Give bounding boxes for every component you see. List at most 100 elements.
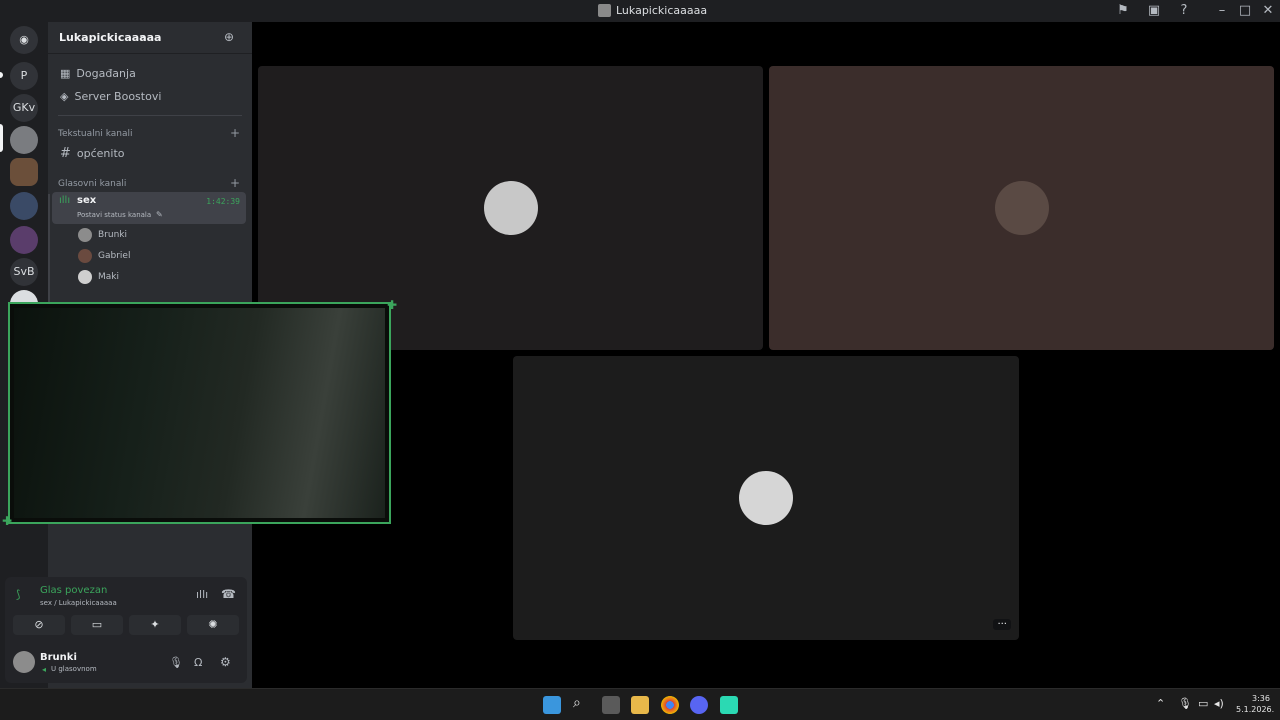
chrome-icon[interactable] — [661, 696, 679, 714]
screen-share-icon[interactable]: ▣ — [1146, 3, 1162, 19]
avatar — [995, 181, 1049, 235]
server-folder[interactable] — [10, 192, 38, 220]
hash-icon: # — [60, 145, 71, 161]
noise-suppression-icon[interactable]: ıllı — [196, 588, 208, 601]
more-options-button[interactable]: ··· — [993, 619, 1011, 630]
signal-icon[interactable]: ⟆ — [16, 588, 20, 601]
chevron-up-icon[interactable]: ⌃ — [1156, 697, 1165, 710]
help-icon[interactable]: ? — [1176, 3, 1192, 19]
voice-timer: 1:42:39 — [206, 197, 240, 206]
voice-user-name: Gabriel — [98, 251, 131, 261]
boost-icon: ◈ — [60, 89, 69, 103]
resize-handle-icon[interactable]: ✚ — [2, 514, 12, 528]
soundboard-button[interactable]: ✺ — [187, 615, 239, 635]
divider — [58, 115, 242, 116]
text-category-label[interactable]: Tekstualni kanali — [58, 129, 133, 139]
volume-icon[interactable]: ◂) — [1214, 697, 1224, 710]
user-name: Brunki — [40, 652, 77, 663]
activities-icon: ✦ — [150, 618, 160, 631]
server-svb[interactable]: SvB — [10, 258, 38, 286]
participant-tile[interactable] — [769, 66, 1274, 350]
participant-tile[interactable]: ··· — [513, 356, 1019, 640]
events-label: Događanja — [76, 66, 136, 80]
settings-gear-icon[interactable]: ⚙ — [220, 655, 231, 669]
channel-opcenito[interactable]: # općenito — [54, 143, 246, 163]
user-status: U glasovnom — [51, 665, 97, 673]
server-avatar-3[interactable] — [10, 226, 38, 254]
server-p[interactable]: P — [10, 62, 38, 90]
voice-user-name: Brunki — [98, 230, 127, 240]
voice-category-label[interactable]: Glasovni kanali — [58, 179, 126, 189]
voice-activity-icon: ıllı — [59, 195, 71, 206]
avatar — [484, 181, 538, 235]
voice-user[interactable]: Brunki — [78, 226, 127, 244]
start-icon[interactable] — [543, 696, 561, 714]
sidebar-item-events[interactable]: ▦ Događanja — [54, 63, 246, 83]
search-icon[interactable]: ⌕ — [573, 695, 581, 711]
server-avatar-2[interactable] — [10, 158, 38, 186]
task-view-icon[interactable] — [602, 696, 620, 714]
file-explorer-icon[interactable] — [631, 696, 649, 714]
avatar — [78, 228, 92, 242]
invite-user-icon[interactable]: ⊕ — [224, 30, 234, 44]
title-avatar — [598, 4, 611, 17]
title-bar: Lukapickicaaaaa ⚑ ▣ ? – □ ✕ — [0, 0, 1280, 22]
screen-share-icon: ▭ — [91, 618, 103, 631]
clock-time[interactable]: 3:36 — [1252, 694, 1270, 703]
voice-status[interactable]: Glas povezan — [40, 585, 107, 596]
calendar-icon: ▦ — [60, 66, 71, 80]
voice-user[interactable]: Gabriel — [78, 247, 130, 265]
taskbar: ⌕ ⌃ 🎙︎ ▭ ◂) 3:36 5.1.2026. — [0, 688, 1280, 720]
pencil-icon[interactable]: ✎ — [156, 210, 163, 219]
chevron-down-icon: ⌄ — [138, 30, 147, 41]
soundboard-icon: ✺ — [208, 618, 218, 631]
add-text-channel-icon[interactable]: + — [230, 126, 240, 140]
video-stage: ··· — [252, 22, 1280, 688]
window-title: Lukapickicaaaaa — [598, 4, 707, 17]
clock-date[interactable]: 5.1.2026. — [1236, 705, 1274, 714]
activities-button[interactable]: ✦ — [129, 615, 181, 635]
add-voice-channel-icon[interactable]: + — [230, 176, 240, 190]
minimize-icon[interactable]: – — [1214, 3, 1230, 19]
server-label: GKv — [12, 101, 36, 114]
camera-feed — [14, 308, 385, 518]
flag-icon[interactable]: ⚑ — [1115, 3, 1131, 19]
microphone-icon[interactable]: 🎙︎ — [169, 656, 183, 669]
server-avatar-1[interactable] — [10, 126, 38, 154]
avatar — [78, 270, 92, 284]
server-label: SvB — [13, 265, 35, 278]
discord-home-icon[interactable]: ◉ — [10, 26, 38, 54]
discord-icon[interactable] — [690, 696, 708, 714]
sidebar-item-boosts[interactable]: ◈ Server Boostovi — [54, 86, 246, 106]
app-icon[interactable] — [720, 696, 738, 714]
selected-pill — [0, 124, 3, 152]
voice-user-name: Maki — [98, 272, 119, 282]
resize-handle-icon[interactable]: ✚ — [387, 298, 397, 312]
maximize-icon[interactable]: □ — [1237, 3, 1253, 19]
camera-toggle-button[interactable]: ⊘ — [13, 615, 65, 635]
voice-user[interactable]: Maki — [78, 268, 119, 286]
headphones-icon[interactable]: Ω — [194, 656, 202, 669]
avatar — [78, 249, 92, 263]
voice-location: sex / Lukapickicaaaaa — [40, 599, 117, 607]
voice-channel-sex[interactable]: ıllı sex 1:42:39 Postavi status kanala ✎ — [52, 192, 246, 224]
avatar — [739, 471, 793, 525]
set-status-link[interactable]: Postavi status kanala — [77, 211, 151, 219]
boosts-label: Server Boostovi — [74, 89, 162, 103]
server-label: P — [20, 69, 28, 82]
close-icon[interactable]: ✕ — [1260, 3, 1276, 19]
unread-pill — [0, 72, 3, 78]
screen-share-button[interactable]: ▭ — [71, 615, 123, 635]
avatar[interactable] — [13, 651, 35, 673]
camera-preview[interactable]: ✚ ✚ — [2, 298, 397, 528]
microphone-icon[interactable]: 🎙︎ — [1178, 697, 1192, 710]
window-title-text: Lukapickicaaaaa — [616, 4, 708, 17]
guild-header[interactable]: Lukapickicaaaaa ⌄ ⊕ — [48, 22, 252, 54]
server-gkv[interactable]: GKv — [10, 94, 38, 122]
disconnect-icon[interactable]: ☎ — [221, 587, 236, 601]
speaker-icon: ◂ — [42, 665, 47, 674]
network-icon[interactable]: ▭ — [1198, 697, 1208, 710]
voice-channel-label: sex — [77, 195, 97, 206]
voice-connection-panel: ⟆ Glas povezan sex / Lukapickicaaaaa ıll… — [5, 577, 247, 683]
camera-off-icon: ⊘ — [34, 618, 44, 631]
